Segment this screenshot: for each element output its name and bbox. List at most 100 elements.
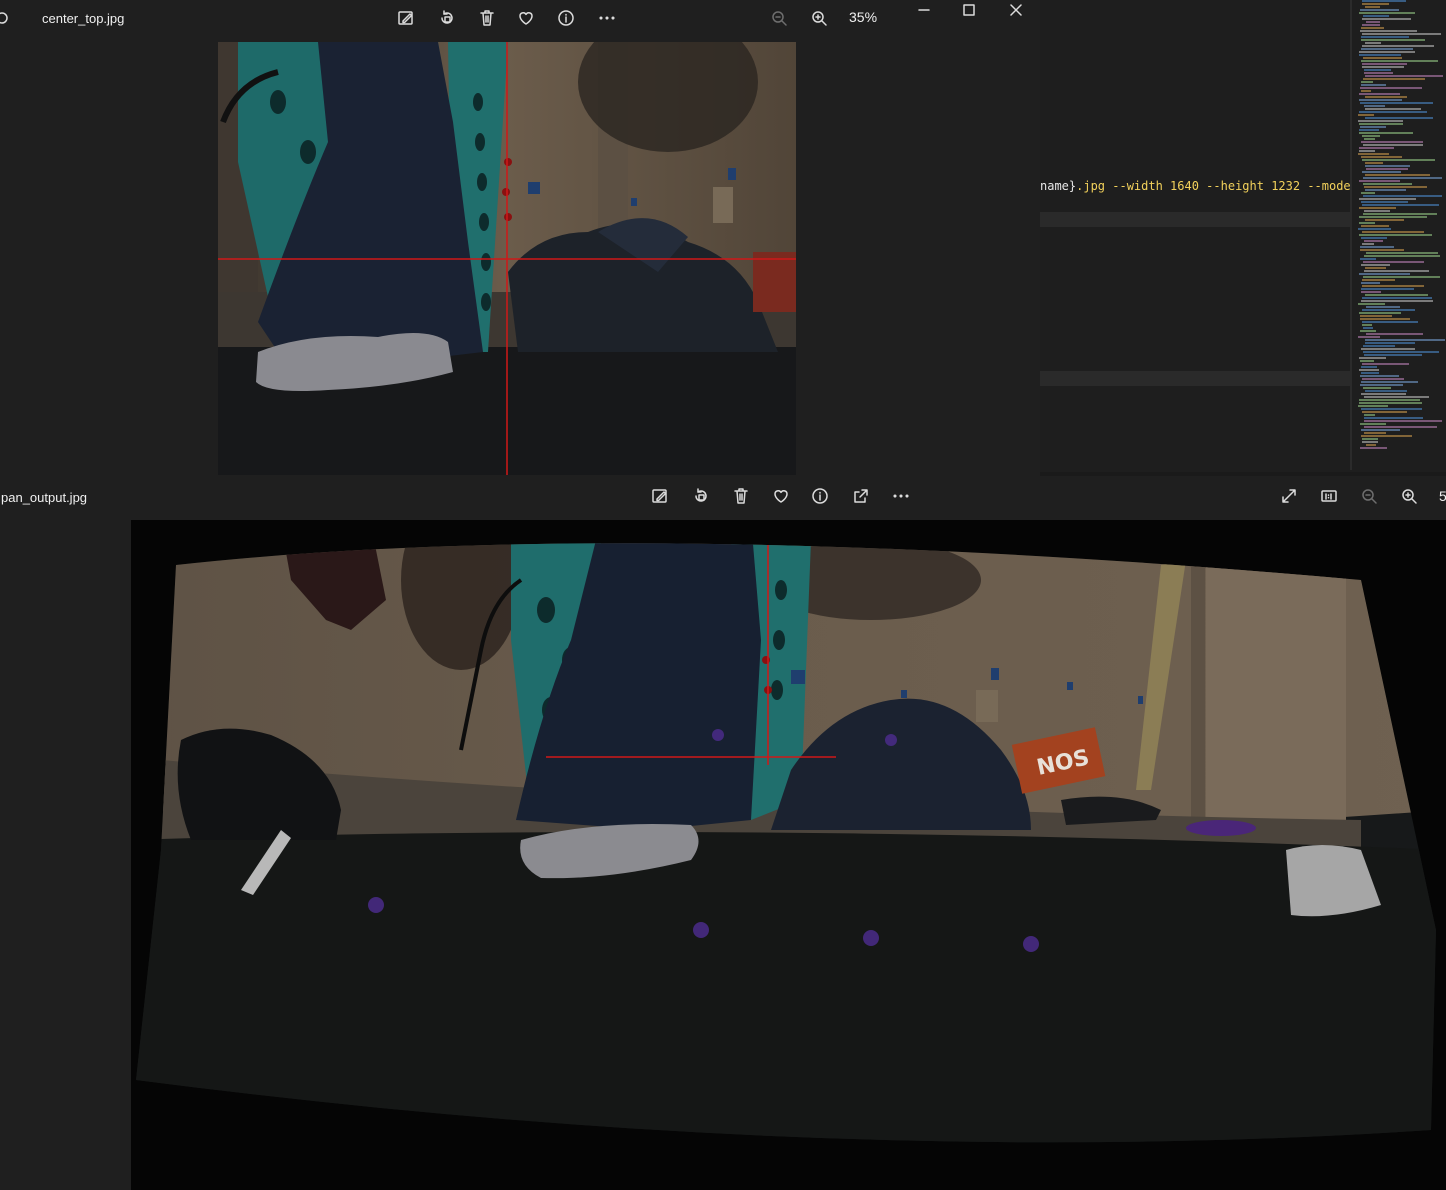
more-icon[interactable] bbox=[887, 482, 915, 510]
minimap-line bbox=[1362, 441, 1378, 443]
minimap-line bbox=[1358, 120, 1403, 122]
minimap-line bbox=[1362, 24, 1380, 26]
minimap-line bbox=[1359, 93, 1400, 95]
zoom-out-icon[interactable] bbox=[765, 4, 793, 32]
minimap-line bbox=[1363, 144, 1423, 146]
maximize-icon[interactable] bbox=[955, 0, 983, 24]
zoom-out-icon[interactable] bbox=[1355, 482, 1383, 510]
minimap-line bbox=[1359, 147, 1394, 149]
photo-panorama[interactable]: NOS bbox=[131, 520, 1446, 1190]
minimap-line bbox=[1364, 420, 1442, 422]
minimap-line bbox=[1361, 288, 1414, 290]
minimap-line bbox=[1361, 237, 1387, 239]
minimap-line bbox=[1364, 105, 1385, 107]
minimap-line bbox=[1366, 444, 1376, 446]
minimap-line bbox=[1366, 333, 1423, 335]
minimap-line bbox=[1362, 438, 1378, 440]
minimap-line bbox=[1365, 342, 1415, 344]
minimap-line bbox=[1364, 270, 1429, 272]
delete-icon[interactable] bbox=[727, 482, 755, 510]
minimap-line bbox=[1362, 411, 1407, 413]
zoom-in-icon[interactable] bbox=[805, 4, 833, 32]
minimap-line bbox=[1360, 318, 1410, 320]
minimap-line bbox=[1359, 111, 1427, 113]
minimap-line bbox=[1363, 213, 1437, 215]
minimap-line bbox=[1361, 60, 1438, 62]
share-icon[interactable] bbox=[847, 482, 875, 510]
minimap-line bbox=[1363, 261, 1424, 263]
minimap-line bbox=[1359, 198, 1416, 200]
minimap-line bbox=[1361, 366, 1377, 368]
minimap-line bbox=[1360, 423, 1386, 425]
minimap-line bbox=[1365, 294, 1428, 296]
minimap-line bbox=[1361, 291, 1381, 293]
actual-size-icon[interactable] bbox=[1315, 482, 1343, 510]
minimap-line bbox=[1364, 186, 1427, 188]
minimap-line bbox=[1361, 36, 1409, 38]
minimap-line bbox=[1360, 87, 1422, 89]
minimap-line bbox=[1364, 240, 1383, 242]
minimap-line bbox=[1360, 360, 1374, 362]
minimap-line bbox=[1365, 6, 1380, 8]
edit-icon[interactable] bbox=[392, 4, 420, 32]
minimap-line bbox=[1362, 297, 1432, 299]
minimap-line bbox=[1361, 156, 1402, 158]
favorite-icon[interactable] bbox=[767, 482, 795, 510]
photo-center-top[interactable] bbox=[218, 42, 796, 475]
minimap-line bbox=[1365, 108, 1421, 110]
minimap-line bbox=[1364, 255, 1440, 257]
minimap-line bbox=[1361, 372, 1379, 374]
minimap-line bbox=[1361, 81, 1373, 83]
rotate-icon[interactable] bbox=[433, 4, 461, 32]
minimap-line bbox=[1363, 57, 1402, 59]
editor-minimap[interactable] bbox=[1358, 0, 1446, 470]
edit-icon[interactable] bbox=[646, 482, 674, 510]
minimap-line bbox=[1362, 279, 1395, 281]
info-icon[interactable] bbox=[552, 4, 580, 32]
minimap-line bbox=[1361, 300, 1433, 302]
delete-icon[interactable] bbox=[473, 4, 501, 32]
fullscreen-icon[interactable] bbox=[1275, 482, 1303, 510]
zoom-level[interactable]: 5 bbox=[1439, 488, 1446, 504]
minimap-line bbox=[1362, 204, 1439, 206]
title-bar: pan_output.jpg 5 bbox=[0, 476, 1446, 512]
minimap-line bbox=[1360, 246, 1394, 248]
minimap-line bbox=[1360, 30, 1417, 32]
minimap-line bbox=[1362, 285, 1424, 287]
minimap-line bbox=[1362, 243, 1374, 245]
more-icon[interactable] bbox=[593, 4, 621, 32]
minimap-line bbox=[1358, 336, 1380, 338]
minimap-line bbox=[1360, 126, 1386, 128]
minimize-icon[interactable] bbox=[910, 0, 938, 24]
zoom-level[interactable]: 35% bbox=[849, 9, 877, 25]
minimap-line bbox=[1362, 66, 1404, 68]
zoom-in-icon[interactable] bbox=[1395, 482, 1423, 510]
minimap-line bbox=[1360, 249, 1404, 251]
minimap-line bbox=[1359, 51, 1415, 53]
minimap-line bbox=[1362, 171, 1401, 173]
minimap-line bbox=[1365, 165, 1410, 167]
minimap-line bbox=[1362, 33, 1441, 35]
minimap-line bbox=[1363, 15, 1389, 17]
info-icon[interactable] bbox=[806, 482, 834, 510]
minimap-line bbox=[1358, 405, 1388, 407]
minimap-line bbox=[1365, 189, 1406, 191]
minimap-line bbox=[1363, 177, 1442, 179]
minimap-line bbox=[1359, 150, 1375, 152]
editor-line-highlight bbox=[1040, 212, 1352, 227]
minimap-line bbox=[1359, 99, 1402, 101]
minimap-line bbox=[1359, 312, 1401, 314]
minimap-line bbox=[1363, 195, 1442, 197]
rotate-icon[interactable] bbox=[687, 482, 715, 510]
minimap-line bbox=[1359, 216, 1427, 218]
minimap-line bbox=[1361, 282, 1380, 284]
minimap-line bbox=[1366, 168, 1408, 170]
minimap-line bbox=[1361, 393, 1406, 395]
editor-command-line[interactable]: name}.jpg --width 1640 --height 1232 --m… bbox=[1040, 179, 1352, 193]
minimap-line bbox=[1359, 207, 1396, 209]
close-icon[interactable] bbox=[1002, 0, 1030, 24]
minimap-line bbox=[1363, 351, 1439, 353]
minimap-line bbox=[1363, 78, 1425, 80]
minimap-line bbox=[1365, 75, 1443, 77]
favorite-icon[interactable] bbox=[512, 4, 540, 32]
